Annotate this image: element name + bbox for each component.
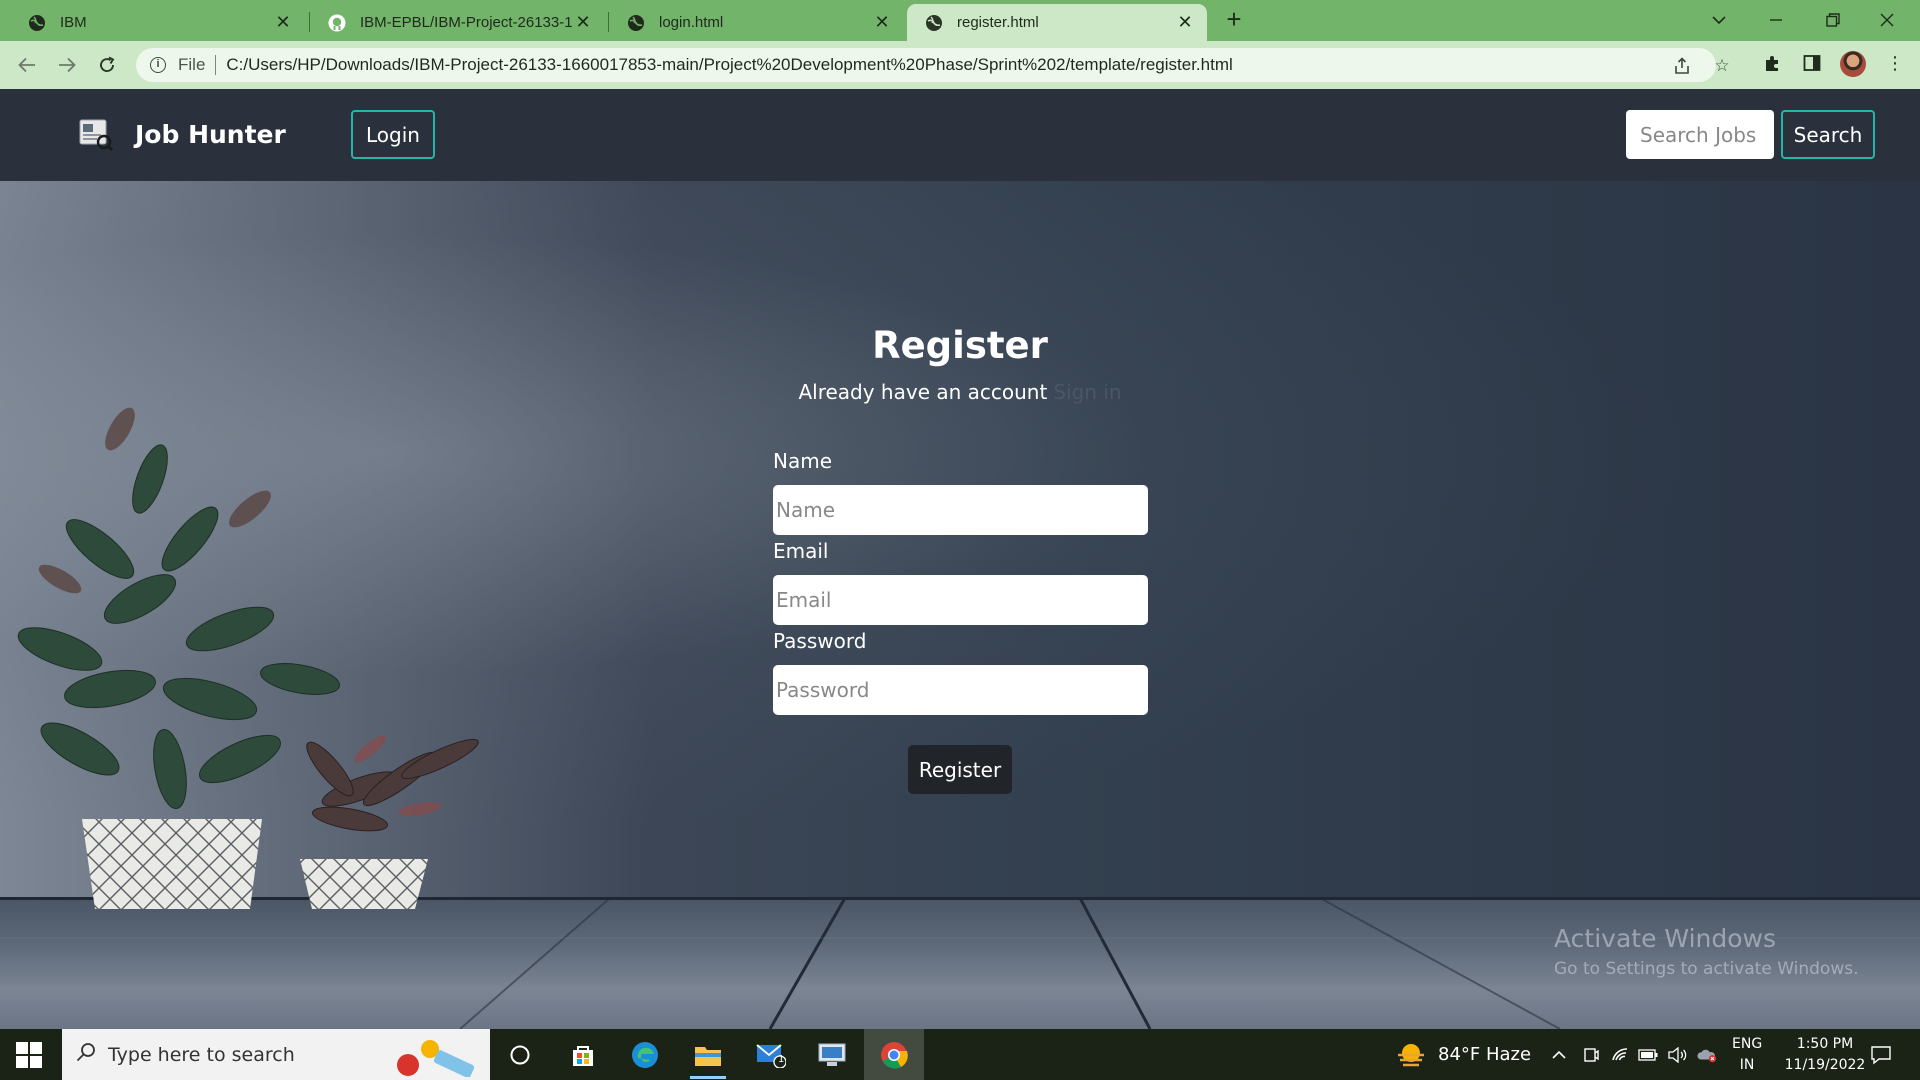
back-arrow-icon[interactable] (13, 51, 41, 79)
mail-badge: 1 (778, 1054, 785, 1065)
github-icon (328, 14, 346, 32)
address-bar[interactable]: i File C:/Users/HP/Downloads/IBM-Project… (136, 48, 1716, 82)
globe-icon (925, 14, 943, 32)
taskbar-search-box[interactable]: Type here to search (62, 1029, 490, 1080)
register-button[interactable]: Register (908, 745, 1012, 794)
new-tab-plus-icon[interactable]: + (1222, 6, 1246, 32)
address-divider (215, 55, 217, 75)
clock-time: 1:50 PM (1796, 1035, 1854, 1052)
profile-avatar[interactable] (1840, 51, 1866, 77)
search-highlight-illustration-icon (397, 1040, 475, 1077)
tab-github[interactable]: IBM-EPBL/IBM-Project-26133-16 ✕ (310, 4, 605, 41)
watermark-subtitle: Go to Settings to activate Windows. (1554, 959, 1859, 979)
account-prompt-text: Already have an account (798, 380, 1048, 404)
reload-icon[interactable] (93, 51, 121, 79)
info-icon[interactable]: i (150, 57, 166, 73)
kebab-menu-icon[interactable]: ⋮ (1884, 52, 1906, 74)
tab-search-chevron-icon[interactable] (1704, 6, 1734, 34)
file-explorer-icon[interactable] (688, 1035, 728, 1079)
weather-widget[interactable]: 84°F Haze (1394, 1029, 1531, 1080)
nav-login-button[interactable]: Login (351, 110, 435, 159)
wifi-icon[interactable] (1610, 1045, 1630, 1065)
notification-center-icon[interactable] (1869, 1043, 1893, 1067)
url-text[interactable]: C:/Users/HP/Downloads/IBM-Project-26133-… (226, 55, 1232, 75)
browser-toolbar: i File C:/Users/HP/Downloads/IBM-Project… (0, 41, 1920, 89)
job-search-input[interactable] (1626, 110, 1774, 159)
meet-now-icon[interactable] (1581, 1045, 1601, 1065)
activate-windows-watermark: Activate Windows Go to Settings to activ… (1554, 924, 1859, 979)
search-button[interactable]: Search (1781, 110, 1875, 159)
minimize-icon[interactable] (1761, 6, 1791, 34)
site-navbar: Job Hunter Login Search (0, 89, 1920, 181)
name-label: Name (773, 449, 833, 473)
windows-start-icon[interactable] (16, 1042, 42, 1068)
onedrive-error-icon[interactable] (1697, 1045, 1717, 1065)
close-icon[interactable]: ✕ (1175, 12, 1195, 33)
close-icon[interactable]: ✕ (573, 12, 593, 33)
browser-tab-strip: IBM ✕ IBM-EPBL/IBM-Project-26133-16 ✕ lo… (0, 0, 1920, 41)
weather-text: 84°F Haze (1438, 1044, 1532, 1065)
tab-title: register.html (957, 14, 1039, 31)
email-field[interactable] (773, 575, 1148, 625)
restore-icon[interactable] (1818, 6, 1848, 34)
search-icon (76, 1042, 96, 1068)
tab-title: IBM-EPBL/IBM-Project-26133-16 (360, 14, 573, 31)
clock-date: 11/19/2022 (1784, 1056, 1866, 1073)
sign-in-link[interactable]: Sign in (1053, 380, 1121, 404)
brand-name[interactable]: Job Hunter (135, 120, 286, 149)
close-icon[interactable]: ✕ (872, 12, 892, 33)
globe-icon (28, 14, 46, 32)
close-icon[interactable]: ✕ (273, 12, 293, 33)
language-code: ENG (1732, 1035, 1763, 1052)
remote-desktop-icon[interactable] (812, 1035, 852, 1075)
clock[interactable]: 1:50 PM 11/19/2022 (1772, 1029, 1878, 1080)
mail-icon[interactable]: 1 (751, 1035, 791, 1075)
chrome-browser-icon[interactable] (864, 1029, 924, 1080)
page-viewport: Job Hunter Login Search Register Already… (0, 89, 1920, 1029)
job-search-logo-icon[interactable] (78, 118, 114, 152)
email-label: Email (773, 539, 829, 563)
name-field[interactable] (773, 485, 1148, 535)
microsoft-store-icon[interactable] (563, 1035, 603, 1075)
forward-arrow-icon[interactable] (53, 51, 81, 79)
tab-login[interactable]: login.html ✕ (609, 4, 904, 41)
tab-title: login.html (659, 14, 724, 31)
side-panel-icon[interactable] (1801, 52, 1823, 74)
edge-browser-icon[interactable] (625, 1035, 665, 1075)
input-language[interactable]: ENG IN (1732, 1029, 1762, 1080)
tab-ibm[interactable]: IBM ✕ (10, 4, 305, 41)
extensions-puzzle-icon[interactable] (1762, 52, 1784, 74)
windows-taskbar: Type here to search 1 84°F Haze ENG IN 1… (0, 1029, 1920, 1080)
region-code: IN (1739, 1056, 1755, 1073)
share-icon[interactable] (1671, 55, 1693, 77)
tab-register[interactable]: register.html ✕ (907, 4, 1207, 41)
task-view-icon[interactable] (500, 1035, 540, 1075)
watermark-title: Activate Windows (1554, 924, 1776, 953)
account-prompt: Already have an account Sign in (0, 380, 1920, 404)
password-label: Password (773, 629, 867, 653)
globe-icon (627, 14, 645, 32)
window-close-icon[interactable] (1872, 6, 1902, 34)
chevron-up-icon[interactable] (1549, 1045, 1569, 1065)
haze-sun-icon (1398, 1043, 1424, 1066)
battery-icon[interactable] (1638, 1045, 1658, 1065)
plant-decoration (17, 407, 479, 909)
bookmark-star-icon[interactable]: ☆ (1711, 55, 1733, 77)
page-title: Register (872, 324, 1048, 367)
volume-icon[interactable] (1668, 1045, 1688, 1065)
tab-title: IBM (60, 14, 87, 31)
scheme-label: File (178, 55, 206, 74)
password-field[interactable] (773, 665, 1148, 715)
taskbar-search-placeholder: Type here to search (108, 1043, 295, 1066)
